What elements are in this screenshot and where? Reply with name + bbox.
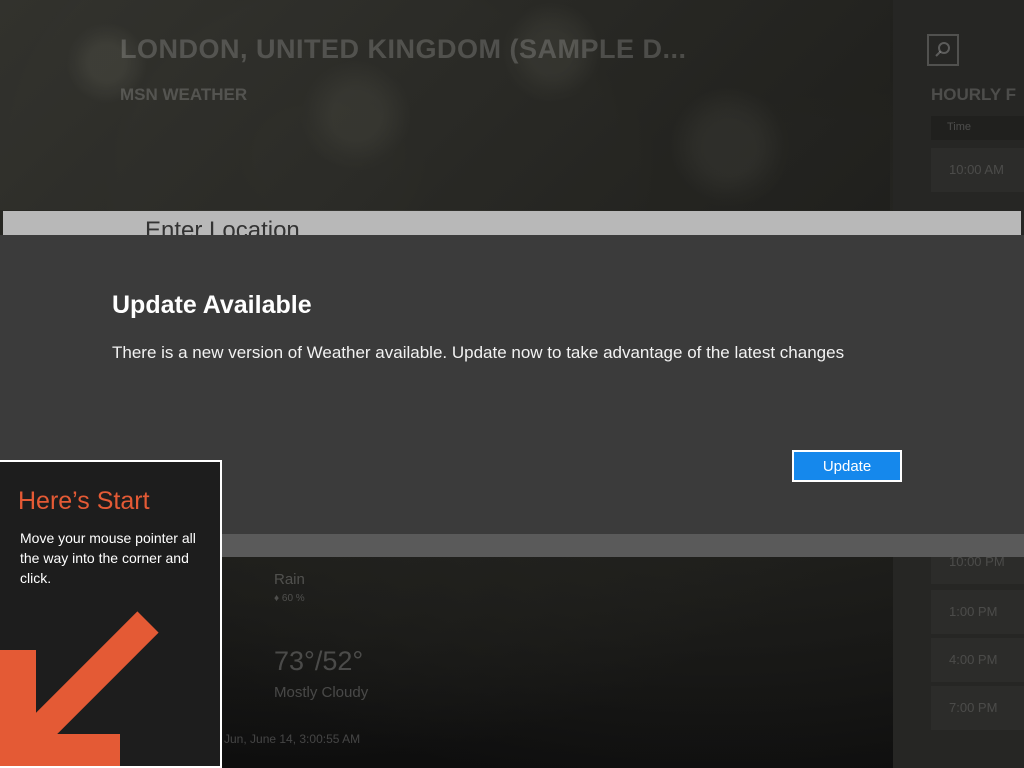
updated-timestamp: Jun, June 14, 3:00:55 AM	[224, 732, 361, 746]
hourly-forecast-title: HOURLY F	[931, 85, 1017, 104]
hourly-cell: 7:00 PM	[931, 686, 1024, 730]
search-icon	[935, 42, 950, 57]
location-search-placeholder: Enter Location	[145, 217, 300, 235]
tip-body: Move your mouse pointer all the way into…	[20, 530, 196, 586]
location-search-field[interactable]: Enter Location	[3, 211, 1021, 235]
hourly-cell: 10:00 AM	[931, 148, 1024, 192]
hourly-column-header: Time	[931, 116, 1024, 140]
forecast-precip: ♦ 60 %	[274, 593, 305, 604]
start-tip-flyout: Here’s Start Move your mouse pointer all…	[0, 460, 222, 768]
forecast-condition: Rain	[274, 571, 305, 588]
forecast-temps: 73°/52°	[274, 646, 364, 676]
tip-title: Here’s Start	[18, 487, 150, 515]
app-name: MSN WEATHER	[120, 85, 248, 104]
search-button[interactable]	[927, 34, 959, 66]
city-title: LONDON, UNITED KINGDOM (SAMPLE D...	[120, 34, 687, 64]
forecast-condition: Mostly Cloudy	[274, 684, 369, 701]
hourly-cell: 1:00 PM	[931, 590, 1024, 634]
arrow-down-left-icon	[0, 611, 159, 766]
hero-photo	[0, 0, 890, 210]
hourly-cell: 4:00 PM	[931, 638, 1024, 682]
dialog-title: Update Available	[112, 291, 312, 319]
update-button[interactable]: Update	[792, 450, 902, 482]
dialog-message: There is a new version of Weather availa…	[112, 343, 845, 362]
